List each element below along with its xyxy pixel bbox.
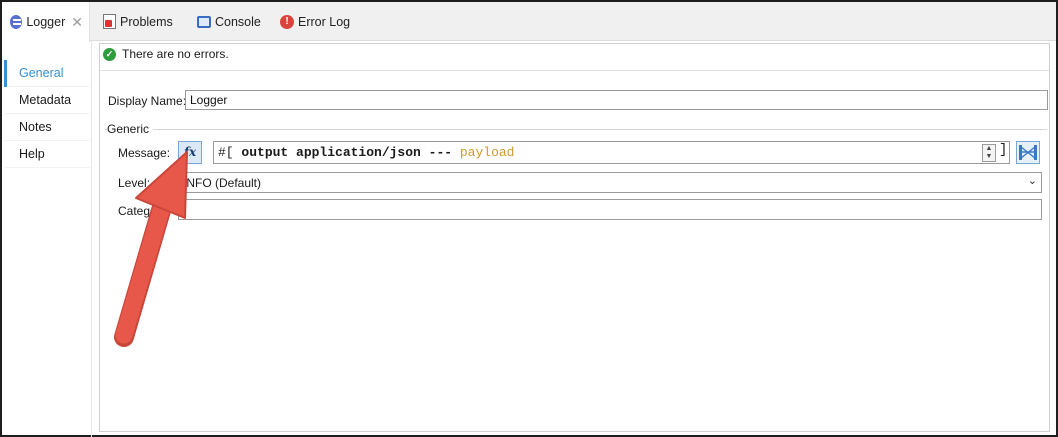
problems-icon [103,14,116,29]
message-label: Message: [118,146,171,160]
level-select[interactable]: INFO (Default) ⌄ [178,172,1042,193]
error-log-icon: ! [280,14,294,29]
mapper-icon [1019,145,1037,160]
sidenav-item-general[interactable]: General [4,60,92,87]
expression-spinner[interactable]: ▲ ▼ [982,144,996,162]
close-icon[interactable]: ✕ [71,14,83,31]
display-name-field[interactable]: Logger [185,90,1048,110]
tab-problems[interactable]: Problems [103,2,173,41]
level-label: Level: [118,176,151,190]
chevron-down-icon: ⌄ [1027,175,1037,187]
tab-logger[interactable]: Logger ✕ [2,2,90,42]
console-icon [197,15,211,28]
level-selected-value: INFO (Default) [183,176,262,190]
tab-console-label: Console [215,14,261,29]
expression-mode-button[interactable]: fx [178,141,202,164]
logger-properties-window: Logger ✕ Problems Console ! Error Log Ge… [0,0,1058,437]
tab-error-log-label: Error Log [298,14,351,29]
expression-keyword: output application/json --- [233,145,460,160]
message-expression-field[interactable]: #[ output application/json --- payload [213,141,1010,164]
generic-group-border [105,129,1047,130]
expression-payload: payload [459,145,515,160]
status-text: There are no errors. [122,47,229,61]
check-circle-icon: ✓ [103,47,116,61]
tab-console[interactable]: Console [197,2,261,41]
tab-problems-label: Problems [120,14,173,29]
category-label: Catego [118,204,157,218]
validation-status: ✓ There are no errors. [103,47,229,61]
tab-error-log[interactable]: ! Error Log [280,2,350,41]
closing-bracket: ] [999,142,1008,158]
view-tab-bar: Logger ✕ Problems Console ! Error Log [2,2,1056,42]
sidenav-item-notes[interactable]: Notes [4,114,92,141]
properties-sidenav: General Metadata Notes Help [4,60,92,168]
display-name-label: Display Name: [108,94,187,108]
expression-prefix: #[ [218,145,234,160]
category-field[interactable] [178,199,1042,220]
generic-group-label: Generic [107,122,154,136]
logger-icon [10,15,23,29]
tab-logger-label: Logger [26,15,66,29]
sidenav-item-metadata[interactable]: Metadata [4,87,92,114]
sidenav-item-help[interactable]: Help [4,141,92,168]
status-divider [100,70,1049,71]
data-mapper-button[interactable] [1016,141,1040,164]
